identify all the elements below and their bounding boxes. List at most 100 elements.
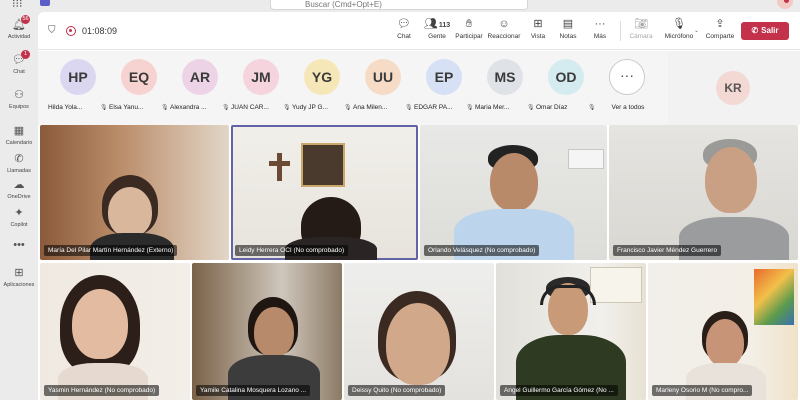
react-button[interactable]: ☺ Reaccionar [486, 17, 522, 47]
participant-item[interactable]: YG Yudy JP G... 🎙︎ [292, 59, 352, 123]
video-caption: Leidy Herrera OCI (No comprobado) [235, 245, 349, 256]
raise-hand-button[interactable]: ✋︎ Participar [452, 17, 486, 47]
rail-item-chat[interactable]: 💬︎ 1 Chat [0, 50, 38, 87]
participant-avatar: AR [182, 59, 218, 95]
rail-item-label: Chat [13, 69, 25, 75]
meeting-timer: 01:08:09 [82, 26, 118, 36]
apps-icon: ⊞ [14, 267, 24, 279]
mic-off-icon: 🎙︎ [527, 105, 535, 111]
wall-painting [754, 269, 794, 325]
view-all-label[interactable]: Ver a todos [602, 104, 654, 111]
search-input[interactable]: Buscar (Cmd+Opt+E) [270, 0, 528, 10]
react-label: Reaccionar [487, 33, 521, 40]
more-label: Más [593, 33, 607, 40]
participant-video-face [705, 147, 757, 213]
video-tile[interactable]: Marleny Osorio M (No compro... [648, 263, 798, 400]
smile-icon: ☺ [498, 18, 510, 30]
participant-item[interactable]: MS Maria Mer... 🎙︎ [475, 59, 535, 123]
participant-avatar: EQ [121, 59, 157, 95]
people-button[interactable]: 👥︎113 Gente [422, 17, 452, 47]
participant-item[interactable]: UU Ana Milen... 🎙︎ [353, 59, 413, 123]
video-tile[interactable]: María Del Pilar Martín Hernández (Extern… [40, 125, 229, 260]
participant-video-face [254, 307, 294, 357]
rail-item-label: Actividad [7, 34, 31, 40]
leave-button[interactable]: ✆ Salir [741, 22, 789, 40]
video-caption: Yamile Catalina Mosquera Lozano ... [196, 385, 311, 396]
participant-name: Elsa Yanu... [109, 104, 144, 111]
video-caption: Orlando Velásquez (No comprobado) [424, 245, 540, 256]
video-tile[interactable]: Yamile Catalina Mosquera Lozano ... [192, 263, 342, 400]
rail-item-teams[interactable]: ⚇ Equipos [0, 88, 38, 122]
participant-avatar: HP [60, 59, 96, 95]
video-caption: María Del Pilar Martín Hernández (Extern… [44, 245, 178, 256]
mic-off-icon: 🎙︎ [100, 105, 108, 111]
mic-off-icon: 🎙︎ [222, 105, 230, 111]
participant-name: JUAN CAR... [231, 104, 269, 111]
leave-label: Salir [761, 26, 779, 35]
copilot-icon: ✦ [14, 207, 24, 219]
rail-item-apps[interactable]: ⊞ Aplicaciones [0, 266, 38, 300]
microphone-button[interactable]: 🎙︎ Micrófono [662, 17, 696, 47]
rail-item-label: Equipos [9, 104, 29, 110]
video-tile-active-speaker[interactable]: Leidy Herrera OCI (No comprobado) [231, 125, 418, 260]
video-tile[interactable]: Orlando Velásquez (No comprobado) [420, 125, 607, 260]
view-all-button[interactable]: ··· [609, 59, 645, 95]
video-tile[interactable]: Francisco Javier Méndez Guerrero [609, 125, 798, 260]
participant-name: Maria Mer... [475, 104, 510, 111]
grid-view-icon: ⊞ [533, 18, 543, 30]
teams-icon: ⚇ [14, 89, 24, 101]
view-label: Vista [530, 33, 546, 40]
camera-button[interactable]: 📷︎ Cámara [626, 17, 656, 47]
chat-button[interactable]: 💬︎ Chat [394, 17, 414, 47]
participant-avatar: UU [365, 59, 401, 95]
teams-logo-icon [40, 0, 50, 6]
people-label: Gente [428, 33, 446, 40]
camera-label: Cámara [629, 33, 653, 40]
mic-off-icon: 🎙︎ [588, 105, 596, 111]
participant-avatar: YG [304, 59, 340, 95]
camera-off-icon: 📷︎ [634, 18, 648, 30]
video-tile[interactable]: Yasmin Hernández (No comprobado) [40, 263, 190, 400]
share-label: Comparte [705, 33, 735, 40]
rail-item-copilot[interactable]: ✦ Copilot [0, 206, 38, 240]
view-button[interactable]: ⊞ Vista [526, 17, 550, 47]
rail-item-activity[interactable]: 🔔︎ 56 Actividad [0, 15, 38, 52]
video-caption: Marleny Osorio M (No compro... [652, 385, 753, 396]
chat-badge: 1 [21, 50, 30, 59]
more-icon: ··· [594, 18, 606, 30]
video-tile[interactable]: Angel Guillermo García Gómez (No ... [496, 263, 646, 400]
participant-video-face [386, 303, 450, 385]
headphones-shape [540, 285, 596, 305]
mic-options-chevron-icon[interactable]: ⌄ [694, 27, 699, 34]
app-rail: 🔔︎ 56 Actividad 💬︎ 1 Chat ⚇ Equipos ▦ Ca… [0, 12, 38, 400]
participant-item[interactable]: EQ Elsa Yanu... 🎙︎ [109, 59, 169, 123]
mic-off-icon: 🎙︎ [672, 18, 686, 30]
self-view-tile[interactable]: KR [668, 51, 800, 125]
toolbar-divider [620, 21, 621, 41]
more-icon: ••• [13, 239, 25, 251]
share-button[interactable]: ⇪ Comparte [702, 17, 738, 47]
notes-label: Notas [559, 33, 577, 40]
rail-item-label: Calendario [5, 140, 33, 146]
participant-item[interactable]: JM JUAN CAR... 🎙︎ [231, 59, 291, 123]
video-tile[interactable]: Deissy Quito (No comprobado) [344, 263, 494, 400]
people-count: 113 [438, 22, 451, 29]
share-icon: ⇪ [715, 18, 725, 30]
notes-button[interactable]: ▤ Notas [556, 17, 580, 47]
participant-name: EDGAR PA... [414, 104, 453, 111]
app-launcher-icon[interactable]: ⁝⁝⁝ [12, 0, 23, 10]
participant-item[interactable]: HP Hilda Yola... 🎙︎ [48, 59, 108, 123]
mic-off-icon: 🎙︎ [161, 105, 169, 111]
participant-item[interactable]: AR Alexandra ... 🎙︎ [170, 59, 230, 123]
video-caption: Angel Guillermo García Gómez (No ... [500, 385, 618, 396]
mic-label: Micrófono [664, 33, 694, 40]
participant-item[interactable]: OD Omar Díaz 🎙︎ [536, 59, 596, 123]
raise-label: Participar [455, 33, 483, 40]
participant-name: Omar Díaz [536, 104, 568, 111]
participant-strip: HP Hilda Yola... 🎙︎ EQ Elsa Yanu... 🎙︎ A… [38, 51, 668, 125]
more-button[interactable]: ··· Más [590, 17, 610, 47]
participant-video-face [108, 187, 152, 237]
shield-icon[interactable]: ⛉ [48, 25, 56, 36]
participant-item[interactable]: EP EDGAR PA... 🎙︎ [414, 59, 474, 123]
more-icon: ··· [620, 67, 634, 83]
